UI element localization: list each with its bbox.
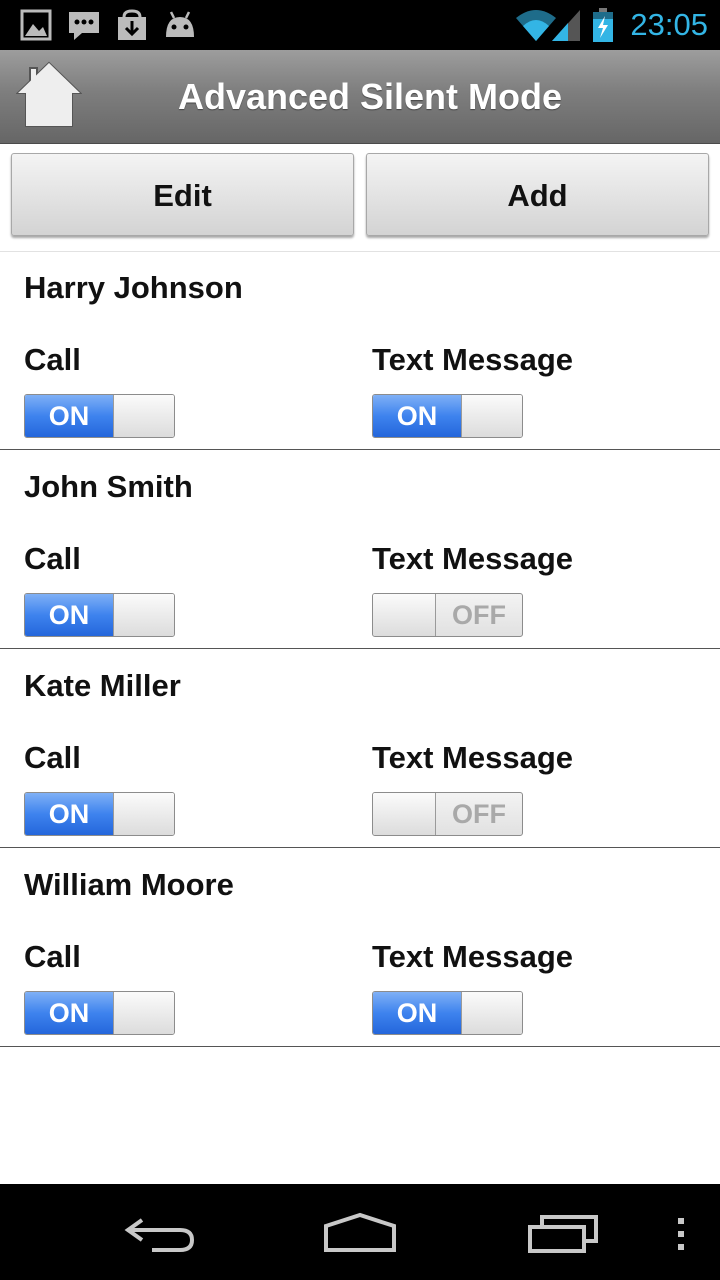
toggle-knob (113, 395, 174, 437)
recent-apps-icon[interactable] (526, 1214, 600, 1254)
android-icon (166, 11, 194, 37)
call-label: Call (24, 740, 81, 775)
text-message-label: Text Message (372, 740, 574, 775)
chat-icon (69, 12, 99, 40)
contact-name: John Smith (24, 469, 193, 504)
toggle-knob (461, 395, 522, 437)
navigation-bar (0, 1184, 720, 1280)
edit-button[interactable]: Edit (11, 153, 354, 236)
toggle-off-text: OFF (452, 799, 506, 829)
status-bar: 23:05 (0, 0, 720, 50)
picture-icon (20, 9, 52, 41)
overflow-menu-icon[interactable] (674, 1216, 688, 1252)
contact-name: William Moore (24, 867, 234, 902)
toggle-knob (113, 594, 174, 636)
download-icon (118, 9, 146, 40)
toggle-knob (461, 992, 522, 1034)
toggle-on-text: ON (373, 395, 461, 437)
toggle-knob (373, 793, 436, 835)
back-icon[interactable] (122, 1214, 196, 1254)
toggle-knob (113, 992, 174, 1034)
contact-name: Kate Miller (24, 668, 181, 703)
contact-name: Harry Johnson (24, 270, 243, 305)
contact-row: William Moore Call Text Message ON OFF O… (0, 849, 720, 1047)
action-bar: Advanced Silent Mode (0, 50, 720, 144)
text-message-toggle[interactable]: ON OFF (372, 593, 523, 637)
toggle-knob (373, 594, 436, 636)
toggle-on-text: ON (25, 793, 113, 835)
text-message-label: Text Message (372, 939, 574, 974)
home-icon[interactable] (322, 1212, 398, 1254)
status-time: 23:05 (630, 7, 708, 42)
contact-row: John Smith Call Text Message ON OFF ON O… (0, 451, 720, 649)
signal-icon (552, 10, 580, 41)
call-toggle[interactable]: ON OFF (24, 593, 175, 637)
toggle-on-text: ON (373, 992, 461, 1034)
call-toggle[interactable]: ON OFF (24, 394, 175, 438)
add-button[interactable]: Add (366, 153, 709, 236)
text-message-label: Text Message (372, 342, 574, 377)
app-title: Advanced Silent Mode (177, 76, 563, 117)
text-message-toggle[interactable]: ON OFF (372, 991, 523, 1035)
text-message-toggle[interactable]: ON OFF (372, 394, 523, 438)
call-toggle[interactable]: ON OFF (24, 991, 175, 1035)
call-label: Call (24, 939, 81, 974)
toggle-knob (113, 793, 174, 835)
toggle-on-text: ON (25, 594, 113, 636)
contact-row: Kate Miller Call Text Message ON OFF ON … (0, 650, 720, 848)
call-toggle[interactable]: ON OFF (24, 792, 175, 836)
battery-charging-icon (593, 8, 613, 42)
text-message-label: Text Message (372, 541, 574, 576)
call-label: Call (24, 342, 81, 377)
toggle-on-text: ON (25, 395, 113, 437)
call-label: Call (24, 541, 81, 576)
contact-row: Harry Johnson Call Text Message ON OFF O… (0, 252, 720, 450)
toggle-on-text: ON (25, 992, 113, 1034)
text-message-toggle[interactable]: ON OFF (372, 792, 523, 836)
toggle-off-text: OFF (452, 600, 506, 630)
